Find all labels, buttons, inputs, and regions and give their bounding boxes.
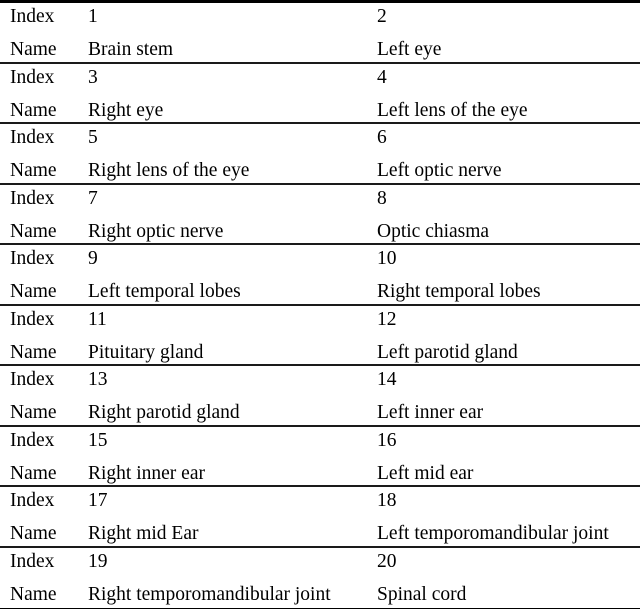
- name-line: Name Right mid Ear Left temporomandibula…: [0, 520, 640, 547]
- index-value-right: 18: [377, 490, 397, 511]
- table-row-group: Index 1 2 Name Brain stem Left eye: [0, 3, 640, 64]
- name-value-left: Left temporal lobes: [88, 281, 241, 302]
- name-line: Name Right parotid gland Left inner ear: [0, 399, 640, 426]
- name-line: Name Left temporal lobes Right temporal …: [0, 278, 640, 305]
- table-row-group: Index 5 6 Name Right lens of the eye Lef…: [0, 124, 640, 185]
- row-label-index: Index: [10, 550, 55, 572]
- table-row-group: Index 9 10 Name Left temporal lobes Righ…: [0, 245, 640, 306]
- index-value-left: 15: [88, 429, 108, 451]
- index-value-right: 2: [377, 6, 387, 27]
- index-line: Index 15 16: [0, 427, 640, 460]
- index-value-left: 17: [88, 490, 108, 511]
- index-line: Index 11 12: [0, 306, 640, 339]
- index-name-table: Index 1 2 Name Brain stem Left eye Index…: [0, 0, 640, 609]
- row-label-name: Name: [10, 341, 57, 363]
- index-line: Index 13 14: [0, 366, 640, 399]
- index-value-right: 16: [377, 429, 397, 451]
- index-value-left: 11: [88, 308, 107, 330]
- name-line: Name Right lens of the eye Left optic ne…: [0, 157, 640, 184]
- row-label-index: Index: [10, 127, 55, 148]
- index-line: Index 9 10: [0, 245, 640, 278]
- index-value-right: 14: [377, 369, 397, 390]
- index-value-left: 5: [88, 127, 98, 148]
- row-label-index: Index: [10, 187, 55, 209]
- index-line: Index 1 2: [0, 3, 640, 36]
- index-line: Index 19 20: [0, 548, 640, 581]
- index-value-left: 13: [88, 369, 108, 390]
- row-label-index: Index: [10, 369, 55, 390]
- name-value-left: Right parotid gland: [88, 402, 240, 423]
- index-line: Index 3 4: [0, 64, 640, 97]
- row-label-name: Name: [10, 583, 57, 605]
- row-label-index: Index: [10, 248, 55, 269]
- row-label-index: Index: [10, 490, 55, 511]
- table-row-group: Index 17 18 Name Right mid Ear Left temp…: [0, 487, 640, 548]
- index-line: Index 7 8: [0, 185, 640, 218]
- table-row-group: Index 19 20 Name Right temporomandibular…: [0, 548, 640, 609]
- name-value-right: Left parotid gland: [377, 341, 518, 363]
- table-row-group: Index 13 14 Name Right parotid gland Lef…: [0, 366, 640, 427]
- row-label-name: Name: [10, 39, 57, 60]
- table-row-group: Index 15 16 Name Right inner ear Left mi…: [0, 427, 640, 487]
- name-line: Name Brain stem Left eye: [0, 36, 640, 63]
- name-value-left: Right lens of the eye: [88, 160, 250, 181]
- index-value-right: 8: [377, 187, 387, 209]
- row-label-name: Name: [10, 99, 57, 121]
- name-value-left: Right eye: [88, 99, 164, 121]
- name-value-right: Left inner ear: [377, 402, 484, 423]
- index-value-left: 9: [88, 248, 98, 269]
- name-line: Name Right eye Left lens of the eye: [0, 97, 640, 124]
- index-value-right: 12: [377, 308, 397, 330]
- row-label-name: Name: [10, 220, 57, 242]
- name-value-left: Right inner ear: [88, 462, 205, 484]
- index-value-right: 10: [377, 248, 397, 269]
- row-label-name: Name: [10, 160, 57, 181]
- index-value-right: 4: [377, 66, 387, 88]
- table-row-group: Index 7 8 Name Right optic nerve Optic c…: [0, 185, 640, 245]
- name-value-right: Left temporomandibular joint: [377, 523, 609, 544]
- name-value-left: Pituitary gland: [88, 341, 204, 363]
- name-value-left: Brain stem: [88, 39, 174, 60]
- row-label-name: Name: [10, 462, 57, 484]
- name-line: Name Right optic nerve Optic chiasma: [0, 218, 640, 245]
- index-value-left: 1: [88, 6, 98, 27]
- row-label-index: Index: [10, 308, 55, 330]
- name-value-right: Left lens of the eye: [377, 99, 528, 121]
- name-line: Name Right inner ear Left mid ear: [0, 460, 640, 487]
- name-value-right: Left eye: [377, 39, 442, 60]
- row-label-name: Name: [10, 523, 57, 544]
- name-value-left: Right mid Ear: [88, 523, 199, 544]
- row-label-name: Name: [10, 281, 57, 302]
- name-value-right: Left mid ear: [377, 462, 474, 484]
- name-value-right: Right temporal lobes: [377, 281, 541, 302]
- index-value-left: 19: [88, 550, 108, 572]
- name-line: Name Pituitary gland Left parotid gland: [0, 339, 640, 366]
- index-line: Index 17 18: [0, 487, 640, 520]
- index-value-right: 20: [377, 550, 397, 572]
- table-row-group: Index 3 4 Name Right eye Left lens of th…: [0, 64, 640, 124]
- row-label-index: Index: [10, 429, 55, 451]
- name-line: Name Right temporomandibular joint Spina…: [0, 581, 640, 608]
- index-value-right: 6: [377, 127, 387, 148]
- index-value-left: 7: [88, 187, 98, 209]
- name-value-right: Left optic nerve: [377, 160, 502, 181]
- name-value-right: Spinal cord: [377, 583, 467, 605]
- name-value-left: Right temporomandibular joint: [88, 583, 331, 605]
- index-value-left: 3: [88, 66, 98, 88]
- name-value-right: Optic chiasma: [377, 220, 490, 242]
- table-row-group: Index 11 12 Name Pituitary gland Left pa…: [0, 306, 640, 366]
- name-value-left: Right optic nerve: [88, 220, 224, 242]
- row-label-index: Index: [10, 6, 55, 27]
- row-label-name: Name: [10, 402, 57, 423]
- row-label-index: Index: [10, 66, 55, 88]
- index-line: Index 5 6: [0, 124, 640, 157]
